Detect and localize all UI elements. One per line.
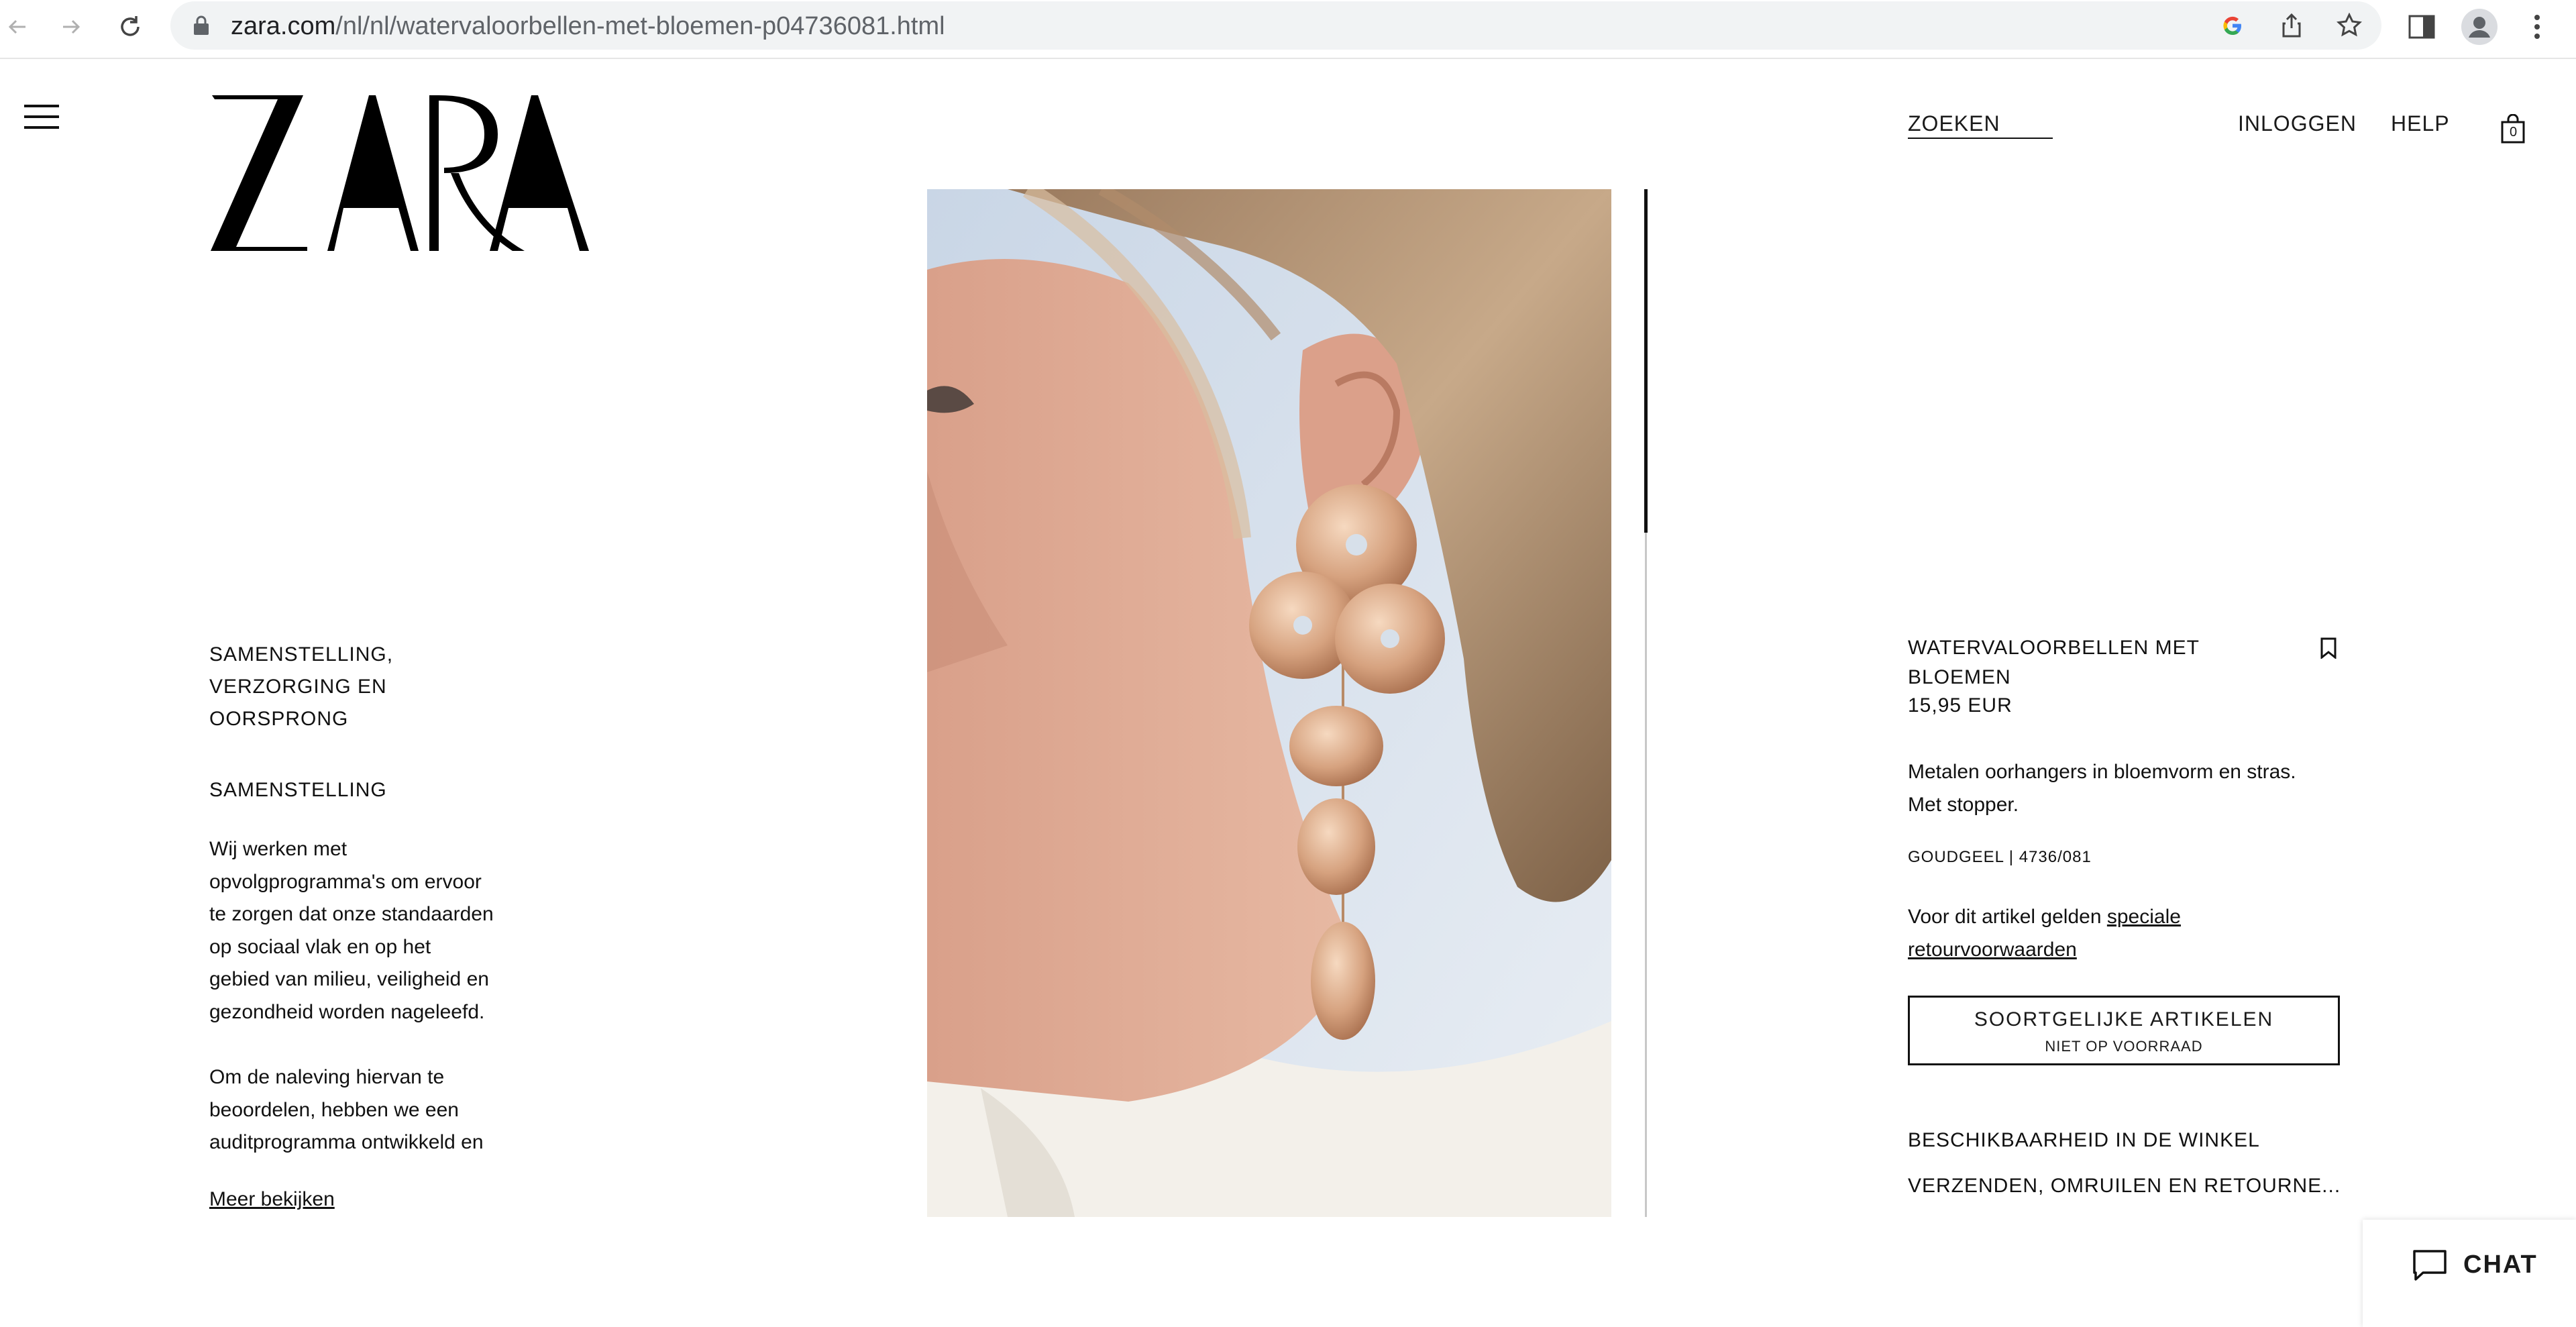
menu-dots-icon[interactable]	[2518, 8, 2556, 46]
text-line: Om de naleving hiervan te	[209, 1066, 445, 1088]
product-name-line: BLOEMEN	[1908, 666, 2011, 688]
text-line: gebied van milieu, veiligheid en	[209, 968, 489, 990]
bookmark-icon[interactable]	[2320, 637, 2337, 660]
product-image[interactable]	[927, 189, 1611, 1217]
description-line: Metalen oorhangers in bloemvorm en stras…	[1908, 761, 2296, 783]
url-text[interactable]: zara.com/nl/nl/watervaloorbellen-met-blo…	[231, 13, 945, 39]
product-name: WATERVALOORBELLEN MET BLOEMEN	[1908, 633, 2270, 692]
similar-items-button[interactable]: SOORTGELIJKE ARTIKELEN NIET OP VOORRAAD	[1908, 996, 2340, 1065]
zara-logo[interactable]	[209, 90, 592, 255]
menu-icon[interactable]	[24, 102, 59, 131]
composition-heading-line: VERZORGING EN	[209, 676, 387, 698]
return-text: Voor dit artikel gelden	[1908, 906, 2107, 928]
browser-toolbar: zara.com/nl/nl/watervaloorbellen-met-blo…	[0, 0, 2576, 59]
bag-count: 0	[2510, 125, 2518, 140]
profile-icon[interactable]	[2461, 8, 2498, 46]
product-name-line: WATERVALOORBELLEN MET	[1908, 637, 2200, 659]
image-scrollbar[interactable]	[1644, 189, 1648, 1217]
product-price: 15,95 EUR	[1908, 694, 2012, 716]
forward-icon[interactable]	[54, 9, 89, 44]
return-policy: Voor dit artikel gelden speciale retourv…	[1908, 900, 2344, 966]
store-availability-link[interactable]: BESCHIKBAARHEID IN DE WINKEL	[1908, 1126, 2344, 1155]
google-icon[interactable]	[2216, 9, 2249, 42]
search-link[interactable]: ZOEKEN	[1908, 111, 2000, 136]
login-link[interactable]: INLOGGEN	[2238, 111, 2357, 136]
composition-heading-line: OORSPRONG	[209, 708, 349, 730]
lock-icon[interactable]	[185, 9, 217, 42]
bookmark-star-icon[interactable]	[2333, 9, 2365, 42]
shopping-bag-icon[interactable]: 0	[2501, 113, 2525, 144]
composition-heading-line: SAMENSTELLING,	[209, 643, 394, 666]
back-icon[interactable]	[0, 9, 35, 44]
scrollbar-thumb[interactable]	[1644, 189, 1648, 533]
text-line: op sociaal vlak en op het	[209, 935, 431, 958]
text-line: auditprogramma ontwikkeld en	[209, 1131, 484, 1153]
shipping-returns-link[interactable]: VERZENDEN, OMRUILEN EN RETOURNE...	[1908, 1171, 2344, 1201]
composition-subheading: SAMENSTELLING	[209, 779, 387, 801]
search-underline	[1908, 138, 2053, 139]
stock-status: NIET OP VOORRAAD	[2045, 1038, 2203, 1055]
text-line: beoordelen, hebben we een	[209, 1098, 459, 1121]
text-line: gezondheid worden nageleefd.	[209, 1000, 485, 1023]
share-icon[interactable]	[2275, 9, 2308, 42]
address-bar[interactable]: zara.com/nl/nl/watervaloorbellen-met-blo…	[170, 1, 2381, 50]
chat-button[interactable]: CHAT	[2363, 1220, 2576, 1327]
reload-icon[interactable]	[113, 9, 148, 44]
chat-icon	[2412, 1249, 2447, 1281]
more-link[interactable]: Meer bekijken	[209, 1183, 518, 1216]
composition-paragraph-2: Om de naleving hiervan te beoordelen, he…	[209, 1061, 518, 1159]
sidebar-icon[interactable]	[2403, 8, 2440, 46]
text-line: Wij werken met	[209, 838, 347, 860]
composition-heading[interactable]: SAMENSTELLING, VERZORGING EN OORSPRONG	[209, 639, 518, 735]
help-link[interactable]: HELP	[2391, 111, 2450, 136]
composition-paragraph-1: Wij werken met opvolgprogramma's om ervo…	[209, 833, 518, 1028]
text-line: opvolgprogramma's om ervoor	[209, 870, 482, 893]
product-description: Metalen oorhangers in bloemvorm en stras…	[1908, 755, 2344, 821]
return-link[interactable]: speciale	[2107, 906, 2181, 928]
text-line: te zorgen dat onze standaarden	[209, 903, 494, 925]
description-line: Met stopper.	[1908, 794, 2019, 816]
chat-label: CHAT	[2463, 1251, 2538, 1279]
similar-items-label: SOORTGELIJKE ARTIKELEN	[1974, 1008, 2274, 1030]
color-reference: GOUDGEEL | 4736/081	[1908, 848, 2092, 866]
return-link[interactable]: retourvoorwaarden	[1908, 933, 2344, 966]
